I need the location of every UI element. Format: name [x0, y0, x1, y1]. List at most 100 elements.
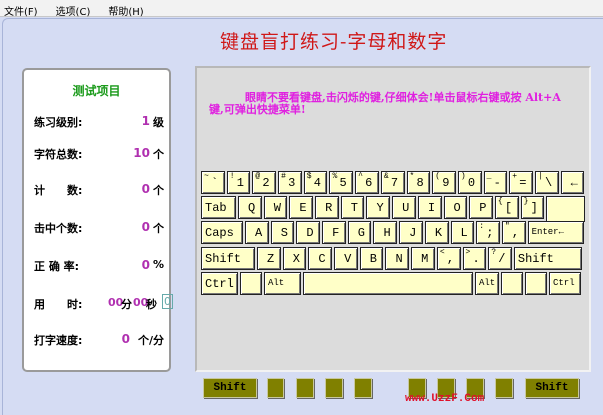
stats-panel: 测试项目 练习级别: 1 级字符总数: 10 个计 数: 0 个击中个数: 0 个正 确 率: 0…	[22, 68, 173, 372]
key[interactable]: Ctrl	[549, 272, 581, 295]
key[interactable]: H	[373, 221, 398, 244]
finger-indicator	[354, 378, 372, 398]
key[interactable]: I	[417, 196, 442, 219]
stat-value: 1	[141, 114, 150, 128]
key[interactable]: M	[411, 247, 435, 270]
key[interactable]: Tab	[201, 196, 236, 219]
key-label: ,	[446, 252, 455, 266]
key[interactable]	[303, 272, 473, 295]
key-shift-label: +	[512, 172, 518, 181]
key[interactable]: J	[399, 221, 423, 244]
key[interactable]	[525, 272, 547, 295]
key[interactable]: Q	[238, 196, 262, 219]
stat-value: 0	[141, 258, 150, 272]
key[interactable]: C	[308, 247, 333, 270]
key[interactable]: ) 0	[457, 171, 482, 194]
key-label: 7	[390, 176, 399, 190]
key[interactable]: A	[245, 221, 269, 244]
key[interactable]: _ -	[483, 171, 508, 194]
key[interactable]: ←	[560, 171, 585, 194]
finger-indicator	[296, 378, 314, 398]
stat-label: 打字速度:	[34, 334, 83, 347]
key-label: S	[280, 226, 288, 240]
finger-indicator	[325, 378, 343, 398]
key[interactable]: $4	[303, 171, 328, 194]
key-label: Y	[376, 201, 384, 215]
key[interactable]: Shift	[201, 247, 255, 270]
key[interactable]: ",	[501, 221, 526, 244]
key-label: I	[427, 201, 436, 215]
key[interactable]: >.	[462, 247, 487, 270]
menu-bar: 文件(F) 选项(C) 帮助(H)	[0, 0, 603, 18]
key[interactable]: * 8	[406, 171, 431, 194]
key[interactable]: F	[322, 221, 346, 244]
key-label: R	[325, 201, 333, 215]
key[interactable]: Y	[366, 196, 391, 219]
key[interactable]: R	[315, 196, 339, 219]
key[interactable]: Alt	[475, 272, 499, 295]
key[interactable]: ~ `	[201, 171, 225, 194]
key[interactable]: <,	[436, 247, 461, 270]
key-label: ]	[530, 201, 538, 215]
key[interactable]: S	[270, 221, 295, 244]
key-label: B	[369, 252, 377, 266]
key[interactable]: ! 1	[226, 171, 251, 194]
key[interactable]: Z	[257, 247, 281, 270]
key[interactable]: W	[263, 196, 288, 219]
key[interactable]: Ctrl	[201, 272, 238, 295]
key-label: N	[395, 252, 403, 266]
key[interactable]: E	[289, 196, 314, 219]
left-shift-indicator: Shift	[203, 378, 257, 398]
key[interactable]: Caps	[201, 221, 243, 244]
stat-label: 字符总数:	[34, 148, 83, 161]
stat-unit: %	[152, 258, 164, 271]
key[interactable]: + =	[509, 171, 533, 194]
stat-value: 0	[121, 332, 130, 346]
key-label: Q	[248, 201, 256, 215]
key[interactable]: {[	[494, 196, 519, 219]
key[interactable]: @2	[252, 171, 277, 194]
key[interactable]: B	[359, 247, 384, 270]
key[interactable]: & 7	[380, 171, 405, 194]
key[interactable]: U	[392, 196, 416, 219]
key-label: Alt	[479, 278, 496, 288]
key-shift-label: }	[523, 197, 529, 206]
key-label: Z	[267, 252, 275, 266]
key[interactable]	[240, 272, 262, 295]
key[interactable]: O	[443, 196, 468, 219]
key[interactable]: Shift	[513, 247, 582, 270]
key[interactable]: :;	[476, 221, 500, 244]
key[interactable]: | \	[534, 171, 559, 194]
key[interactable]: Enter←	[527, 221, 584, 244]
finger-indicator	[495, 378, 513, 398]
menu-options[interactable]: 选项(C)	[52, 0, 97, 18]
key-shift-label: $	[306, 172, 312, 181]
key[interactable]: V	[334, 247, 358, 270]
key-label: [	[504, 201, 513, 215]
key[interactable]: T	[340, 196, 365, 219]
key[interactable]: P	[469, 196, 493, 219]
key[interactable]: ^ 6	[355, 171, 379, 194]
key[interactable]: G	[347, 221, 372, 244]
key[interactable]	[501, 272, 523, 295]
key-label: D	[306, 226, 314, 240]
keyboard-row: Shift Z X C V B N M <, >.? / Shift	[201, 247, 582, 270]
key-label: G	[357, 226, 365, 240]
keyboard-area: 眼睛不要看键盘,击闪烁的键,仔细体会!单击鼠标右键或按 Alt+A 键,可弹出快…	[195, 66, 591, 372]
key[interactable]: (9	[432, 171, 456, 194]
menu-help[interactable]: 帮助(H)	[104, 0, 149, 18]
enter-key-top[interactable]	[546, 196, 585, 222]
key[interactable]: }]	[520, 196, 545, 219]
key[interactable]: L	[450, 221, 475, 244]
key[interactable]: X	[282, 247, 307, 270]
key[interactable]: N	[385, 247, 410, 270]
key[interactable]: ? /	[488, 247, 512, 270]
key-label: -	[493, 176, 501, 190]
menu-file[interactable]: 文件(F)	[0, 0, 44, 18]
key[interactable]: D	[296, 221, 321, 244]
key-shift-label: "	[504, 222, 510, 231]
key[interactable]: Alt	[264, 272, 301, 295]
key[interactable]: % 5	[329, 171, 354, 194]
key[interactable]: #3	[278, 171, 302, 194]
key[interactable]: K	[424, 221, 449, 244]
